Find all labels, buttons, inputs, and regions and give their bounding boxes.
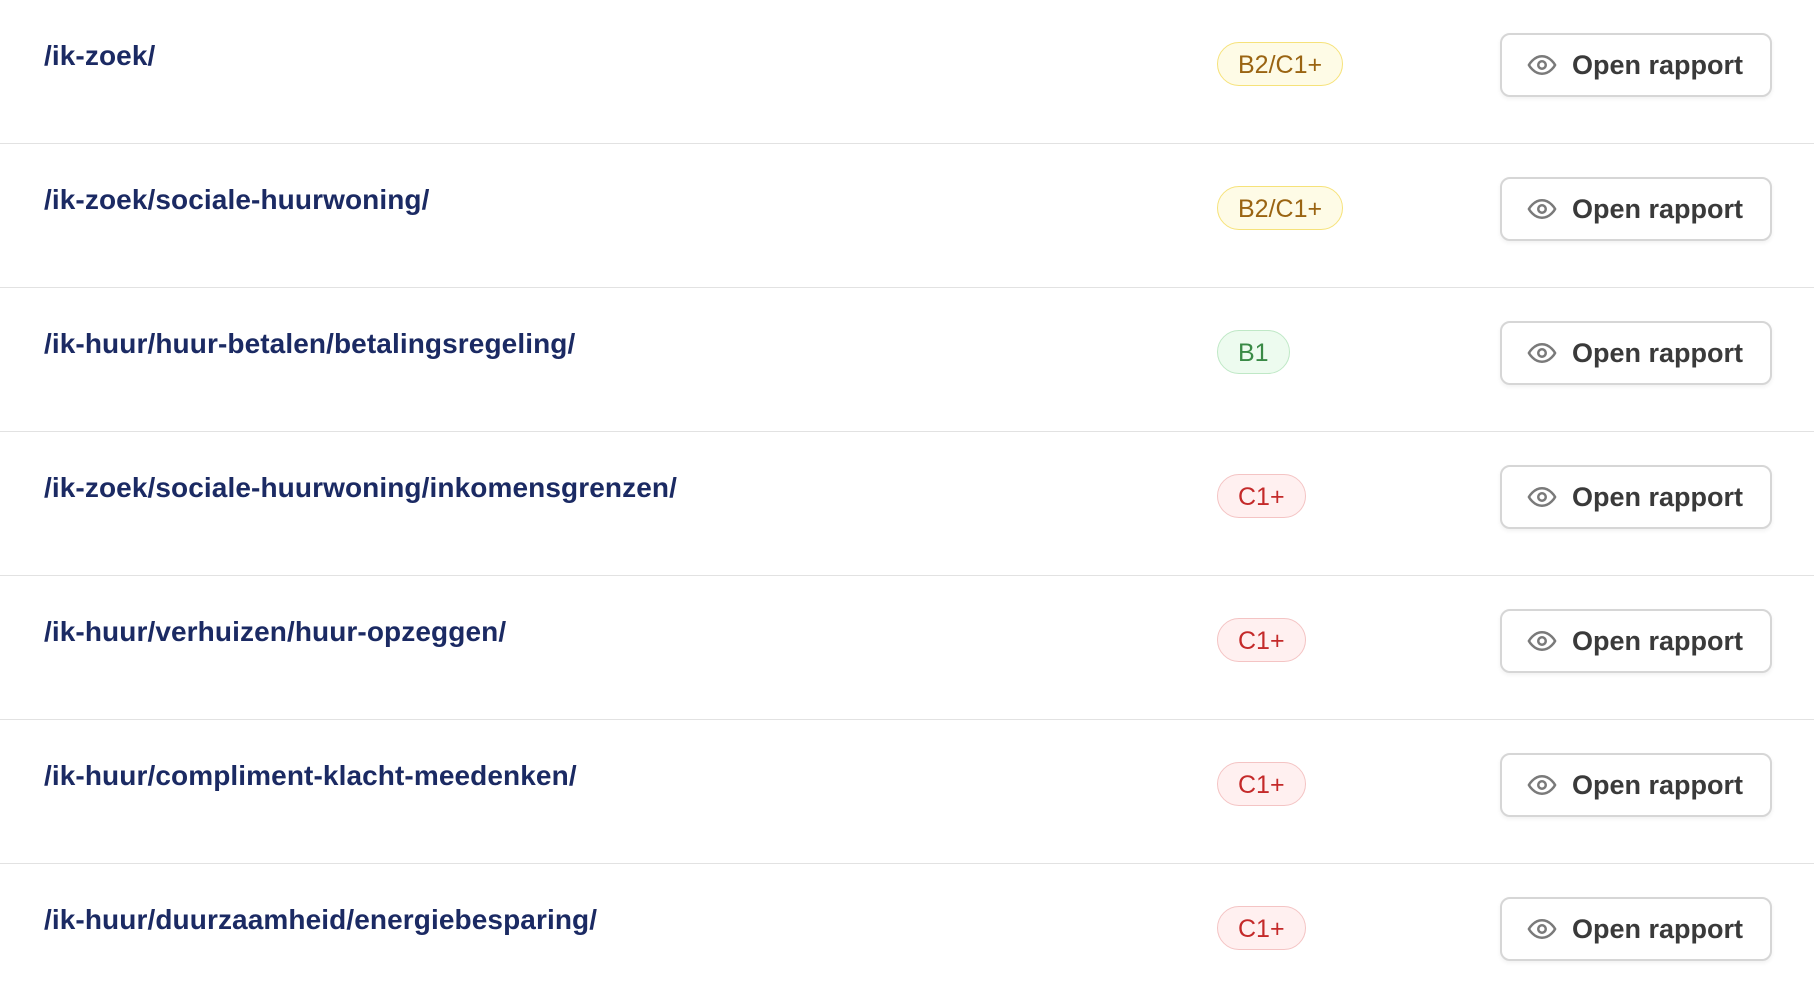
level-badge: C1+	[1217, 906, 1306, 950]
open-report-label: Open rapport	[1572, 193, 1744, 224]
open-report-button[interactable]: Open rapport	[1500, 33, 1772, 97]
eye-icon	[1526, 913, 1558, 945]
open-report-button[interactable]: Open rapport	[1500, 177, 1772, 241]
open-report-label: Open rapport	[1572, 625, 1744, 656]
level-badge: B2/C1+	[1217, 42, 1344, 86]
level-badge: B2/C1+	[1217, 186, 1344, 230]
open-report-label: Open rapport	[1572, 913, 1744, 944]
open-report-button[interactable]: Open rapport	[1500, 753, 1772, 817]
list-item: /ik-zoek/ B2/C1+ Open rapport	[0, 0, 1814, 144]
open-report-label: Open rapport	[1572, 481, 1744, 512]
list-item: /ik-zoek/sociale-huurwoning/inkomensgren…	[0, 432, 1814, 576]
open-report-button[interactable]: Open rapport	[1500, 609, 1772, 673]
page-url: /ik-zoek/	[44, 40, 156, 71]
eye-icon	[1526, 337, 1558, 369]
page-url: /ik-zoek/sociale-huurwoning/inkomensgren…	[44, 472, 677, 503]
list-item: /ik-huur/verhuizen/huur-opzeggen/ C1+ Op…	[0, 576, 1814, 720]
page-url: /ik-zoek/sociale-huurwoning/	[44, 184, 430, 215]
eye-icon	[1526, 49, 1558, 81]
open-report-label: Open rapport	[1572, 769, 1744, 800]
level-badge: B1	[1217, 330, 1290, 374]
page-url: /ik-huur/duurzaamheid/energiebesparing/	[44, 904, 598, 935]
list-item: /ik-huur/huur-betalen/betalingsregeling/…	[0, 288, 1814, 432]
open-report-label: Open rapport	[1572, 49, 1744, 80]
list-item: /ik-huur/compliment-klacht-meedenken/ C1…	[0, 720, 1814, 864]
page-url: /ik-huur/huur-betalen/betalingsregeling/	[44, 328, 576, 359]
list-item: /ik-huur/duurzaamheid/energiebesparing/ …	[0, 864, 1814, 1008]
open-report-button[interactable]: Open rapport	[1500, 897, 1772, 961]
page-url: /ik-huur/verhuizen/huur-opzeggen/	[44, 616, 507, 647]
open-report-button[interactable]: Open rapport	[1500, 321, 1772, 385]
list-item: /ik-zoek/sociale-huurwoning/ B2/C1+ Open…	[0, 144, 1814, 288]
level-badge: C1+	[1217, 474, 1306, 518]
open-report-button[interactable]: Open rapport	[1500, 465, 1772, 529]
eye-icon	[1526, 193, 1558, 225]
level-badge: C1+	[1217, 762, 1306, 806]
level-badge: C1+	[1217, 618, 1306, 662]
eye-icon	[1526, 625, 1558, 657]
page-url: /ik-huur/compliment-klacht-meedenken/	[44, 760, 577, 791]
report-list: /ik-zoek/ B2/C1+ Open rapport /ik-zoek/s…	[0, 0, 1814, 1008]
eye-icon	[1526, 769, 1558, 801]
eye-icon	[1526, 481, 1558, 513]
open-report-label: Open rapport	[1572, 337, 1744, 368]
